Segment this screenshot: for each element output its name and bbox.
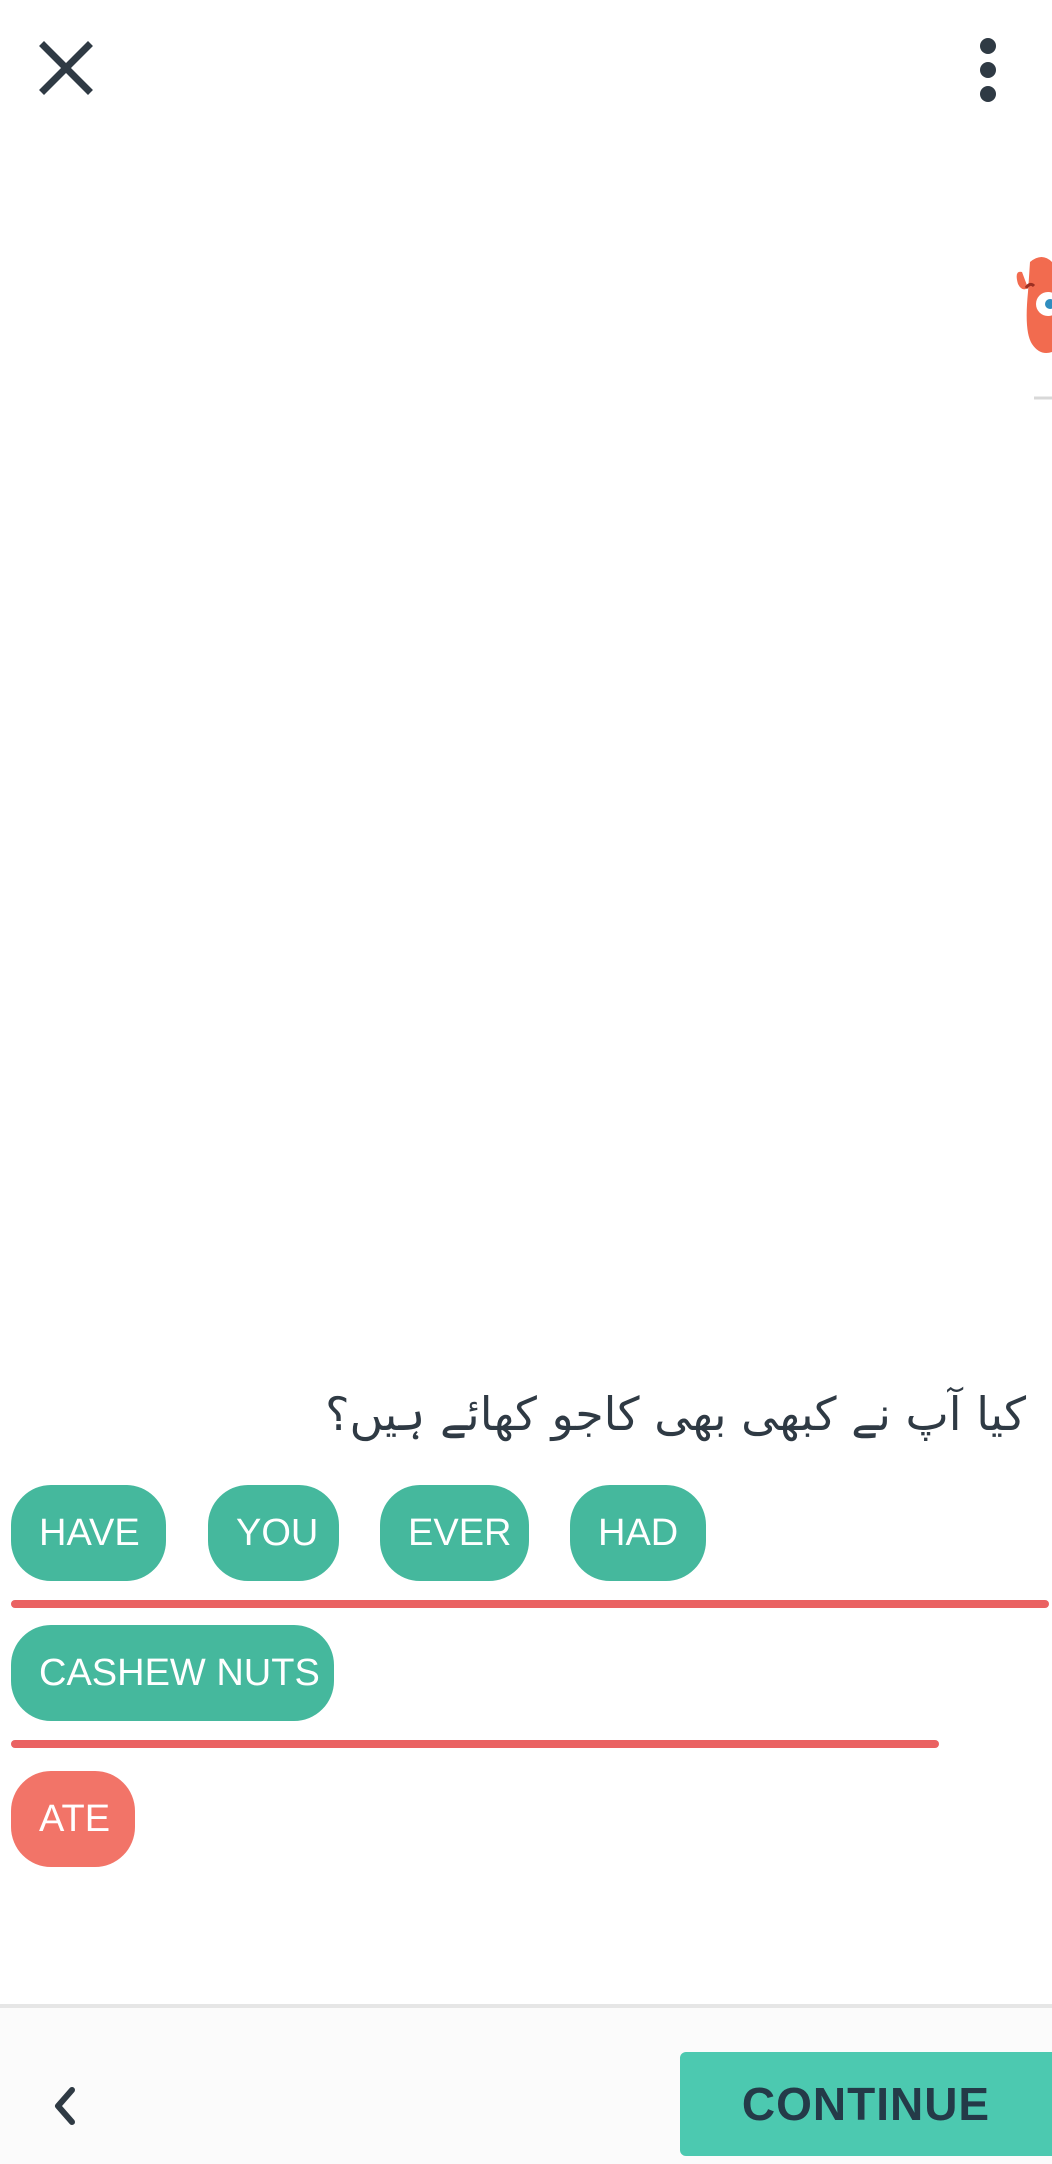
chevron-left-icon bbox=[55, 2087, 75, 2125]
word-bank-chip-ate[interactable]: ATE bbox=[11, 1771, 135, 1867]
answer-line-1 bbox=[11, 1600, 1049, 1608]
answer-chip-ever[interactable]: EVER bbox=[380, 1485, 529, 1581]
answer-chip-have[interactable]: HAVE bbox=[11, 1485, 166, 1581]
more-vertical-icon bbox=[980, 38, 996, 102]
mascot-image bbox=[1012, 252, 1052, 402]
back-button[interactable] bbox=[40, 2070, 90, 2142]
close-button[interactable] bbox=[30, 32, 102, 104]
close-icon bbox=[39, 41, 93, 95]
answer-line-2 bbox=[11, 1740, 939, 1748]
more-options-button[interactable] bbox=[970, 34, 1006, 106]
answer-chip-cashew-nuts[interactable]: CASHEW NUTS bbox=[11, 1625, 334, 1721]
answer-chip-had[interactable]: HAD bbox=[570, 1485, 706, 1581]
continue-button[interactable]: CONTINUE bbox=[680, 2052, 1052, 2156]
prompt-sentence: کیا آپ نے کبھی بھی کاجو کھائے ہیں؟ bbox=[325, 1387, 1026, 1441]
answer-chip-you[interactable]: YOU bbox=[208, 1485, 339, 1581]
